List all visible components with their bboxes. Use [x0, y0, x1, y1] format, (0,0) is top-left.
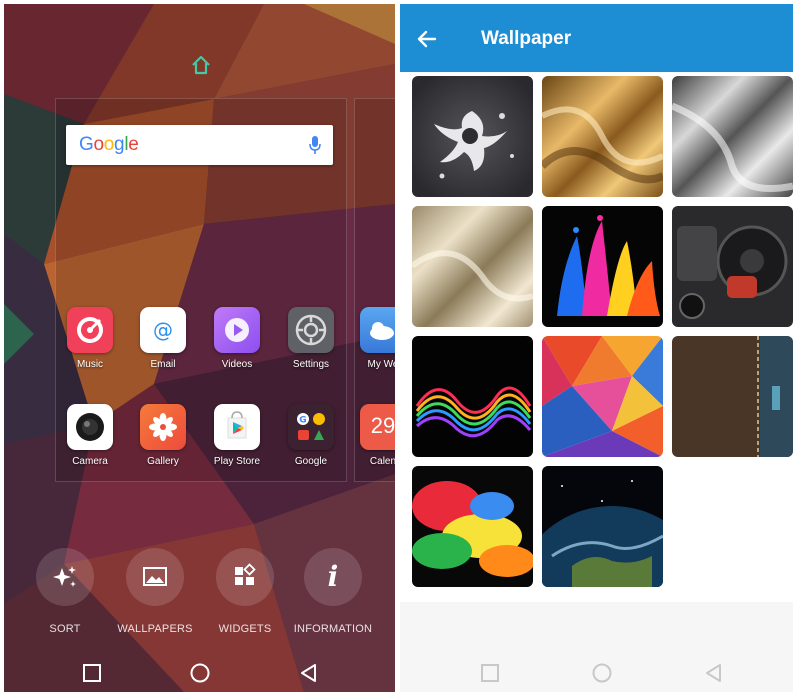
page-title: Wallpaper — [481, 28, 572, 49]
mic-icon[interactable] — [309, 136, 321, 154]
wallpaper-thumbnail-gold-silk[interactable] — [542, 76, 663, 197]
app-label: Settings — [292, 359, 330, 370]
calendar-day: 29 — [370, 413, 395, 438]
home-icon[interactable] — [190, 54, 212, 76]
app-settings[interactable]: Settings — [278, 307, 344, 370]
google-logo-letter: G — [79, 134, 94, 155]
widgets-icon — [235, 563, 256, 585]
app-bar: Wallpaper — [400, 4, 793, 72]
app-music[interactable]: Music — [57, 307, 123, 370]
info-icon: i — [327, 560, 339, 593]
app-camera[interactable]: Camera — [57, 404, 123, 467]
app-label: Music — [76, 359, 104, 370]
app-label: Google — [294, 456, 328, 467]
google-folder-icon: G — [288, 404, 334, 450]
wallpaper-thumbnail-black-silver-splash[interactable] — [412, 76, 533, 197]
weather-icon — [360, 307, 395, 353]
gallery-icon — [140, 404, 186, 450]
home-circle-icon[interactable] — [189, 662, 211, 684]
camera-icon — [67, 404, 113, 450]
sparkle-icon — [53, 566, 76, 587]
image-icon — [143, 567, 167, 586]
back-triangle-icon[interactable] — [298, 662, 320, 684]
wallpaper-thumbnail-low-poly-colors[interactable] — [542, 336, 663, 457]
widgets-label: WIDGETS — [218, 623, 272, 635]
sort-button[interactable]: SORT — [20, 548, 110, 635]
email-icon: @ — [140, 307, 186, 353]
play-store-icon — [214, 404, 260, 450]
wallpaper-thumbnail-color-powder-explosion[interactable] — [412, 466, 533, 587]
wallpapers-label: WALLPAPERS — [117, 623, 193, 635]
app-label: Calen — [369, 456, 395, 467]
app-label: Gallery — [147, 456, 179, 467]
svg-text:G: G — [299, 416, 306, 426]
back-triangle-icon[interactable] — [703, 662, 725, 684]
music-icon — [67, 307, 113, 353]
app-label: My We — [367, 359, 395, 370]
app-label: Email — [150, 359, 176, 370]
google-search-bar[interactable]: Google — [66, 125, 333, 165]
google-logo-letter: e — [128, 134, 139, 155]
navigation-bar — [400, 652, 793, 692]
app-calendar[interactable]: 29 Calen — [350, 404, 395, 467]
sort-label: SORT — [49, 623, 81, 635]
settings-icon — [288, 307, 334, 353]
wallpaper-thumbnail-silver-silk[interactable] — [672, 76, 793, 197]
home-circle-icon[interactable] — [591, 662, 613, 684]
svg-text:@: @ — [153, 318, 173, 342]
app-email[interactable]: @ Email — [130, 307, 196, 370]
wallpaper-grid — [400, 72, 793, 602]
wallpaper-thumbnail-earth-from-space[interactable] — [542, 466, 663, 587]
wallpaper-thumbnail-champagne-silk[interactable] — [412, 206, 533, 327]
wallpapers-button[interactable]: WALLPAPERS — [110, 548, 200, 635]
navigation-bar — [4, 654, 395, 692]
app-videos[interactable]: Videos — [204, 307, 270, 370]
information-button[interactable]: i INFORMATION — [288, 548, 378, 635]
app-play-store[interactable]: Play Store — [204, 404, 270, 467]
home-screen-edit-mode: Google Music @ Email Videos Settings My … — [4, 4, 395, 692]
wallpaper-thumbnail-leather-denim[interactable] — [672, 336, 793, 457]
videos-icon — [214, 307, 260, 353]
arrow-left-icon[interactable] — [416, 28, 438, 50]
information-label: INFORMATION — [293, 623, 373, 635]
app-label: Videos — [221, 359, 253, 370]
google-logo-letter: g — [114, 134, 125, 155]
google-logo-letter: o — [103, 134, 115, 155]
wallpaper-picker-screen: Wallpaper — [400, 4, 793, 692]
app-weather[interactable]: My We — [350, 307, 395, 370]
app-google-folder[interactable]: G Google — [278, 404, 344, 467]
wallpaper-thumbnail-rainbow-smoke[interactable] — [412, 336, 533, 457]
wallpaper-thumbnail-car-interior[interactable] — [672, 206, 793, 327]
recents-icon[interactable] — [479, 662, 501, 684]
app-gallery[interactable]: Gallery — [130, 404, 196, 467]
app-label: Camera — [72, 456, 108, 467]
calendar-icon: 29 — [360, 404, 395, 450]
google-logo-letter: o — [93, 134, 104, 155]
google-logo: Google — [79, 134, 139, 156]
app-label: Play Store — [213, 456, 261, 467]
recents-icon[interactable] — [81, 662, 103, 684]
wallpaper-thumbnail-color-paint-splash[interactable] — [542, 206, 663, 327]
widgets-button[interactable]: WIDGETS — [200, 548, 290, 635]
